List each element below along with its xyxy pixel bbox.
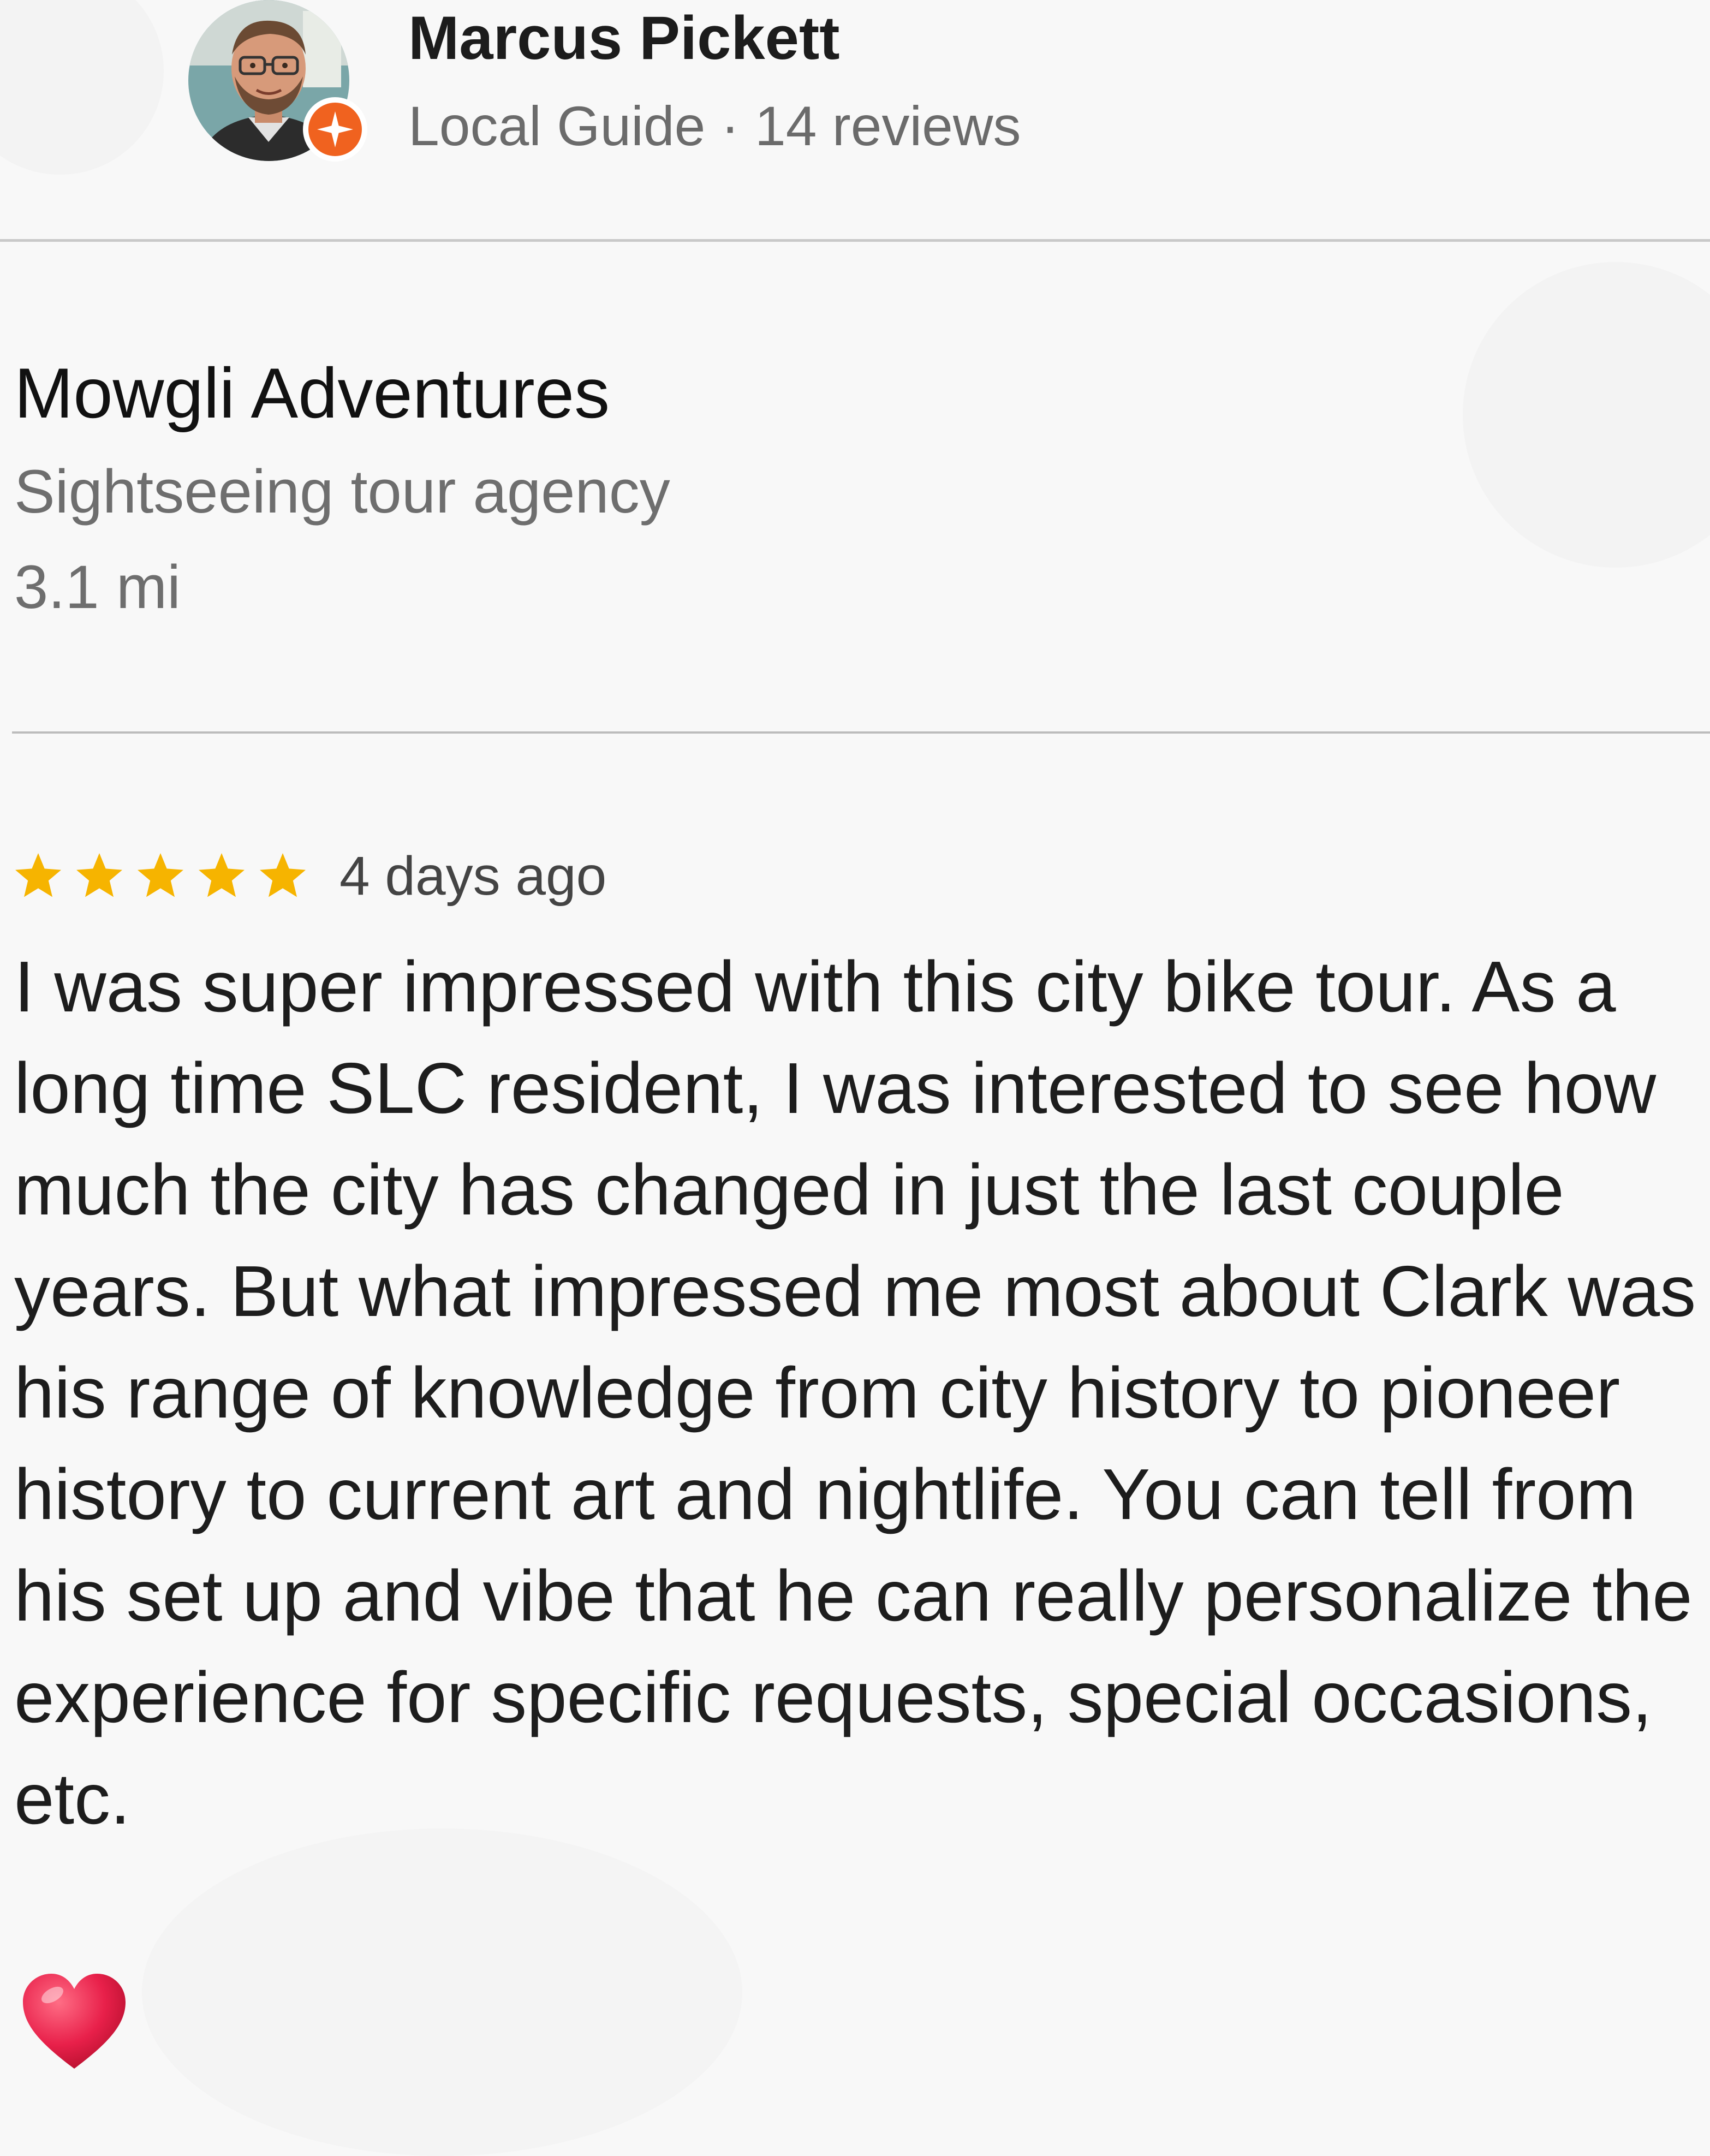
local-guide-badge-icon <box>303 97 367 162</box>
rating-row: 4 days ago <box>12 843 606 909</box>
star-icon <box>15 853 61 897</box>
place-category: Sightseeing tour agency <box>14 457 670 526</box>
star-icon <box>199 853 245 897</box>
divider <box>12 731 1710 734</box>
reviewer-meta: Local Guide · 14 reviews <box>408 95 1021 157</box>
star-icon <box>260 853 306 897</box>
reviewer-name[interactable]: Marcus Pickett <box>408 8 840 69</box>
review-date: 4 days ago <box>339 845 607 907</box>
heart-icon[interactable] <box>20 1970 129 2074</box>
star-icon <box>138 853 183 897</box>
divider <box>0 239 1710 242</box>
star-rating <box>12 850 318 902</box>
reviewer-avatar-container[interactable] <box>188 0 367 162</box>
place-name[interactable]: Mowgli Adventures <box>14 358 610 428</box>
place-distance: 3.1 mi <box>14 553 181 621</box>
background-decoration <box>142 1829 742 2156</box>
reviewer-header: Marcus Pickett Local Guide · 14 reviews <box>0 0 1710 240</box>
background-decoration <box>1463 262 1710 568</box>
star-icon <box>76 853 122 897</box>
review-text: I was super impressed with this city bik… <box>14 946 1696 1839</box>
